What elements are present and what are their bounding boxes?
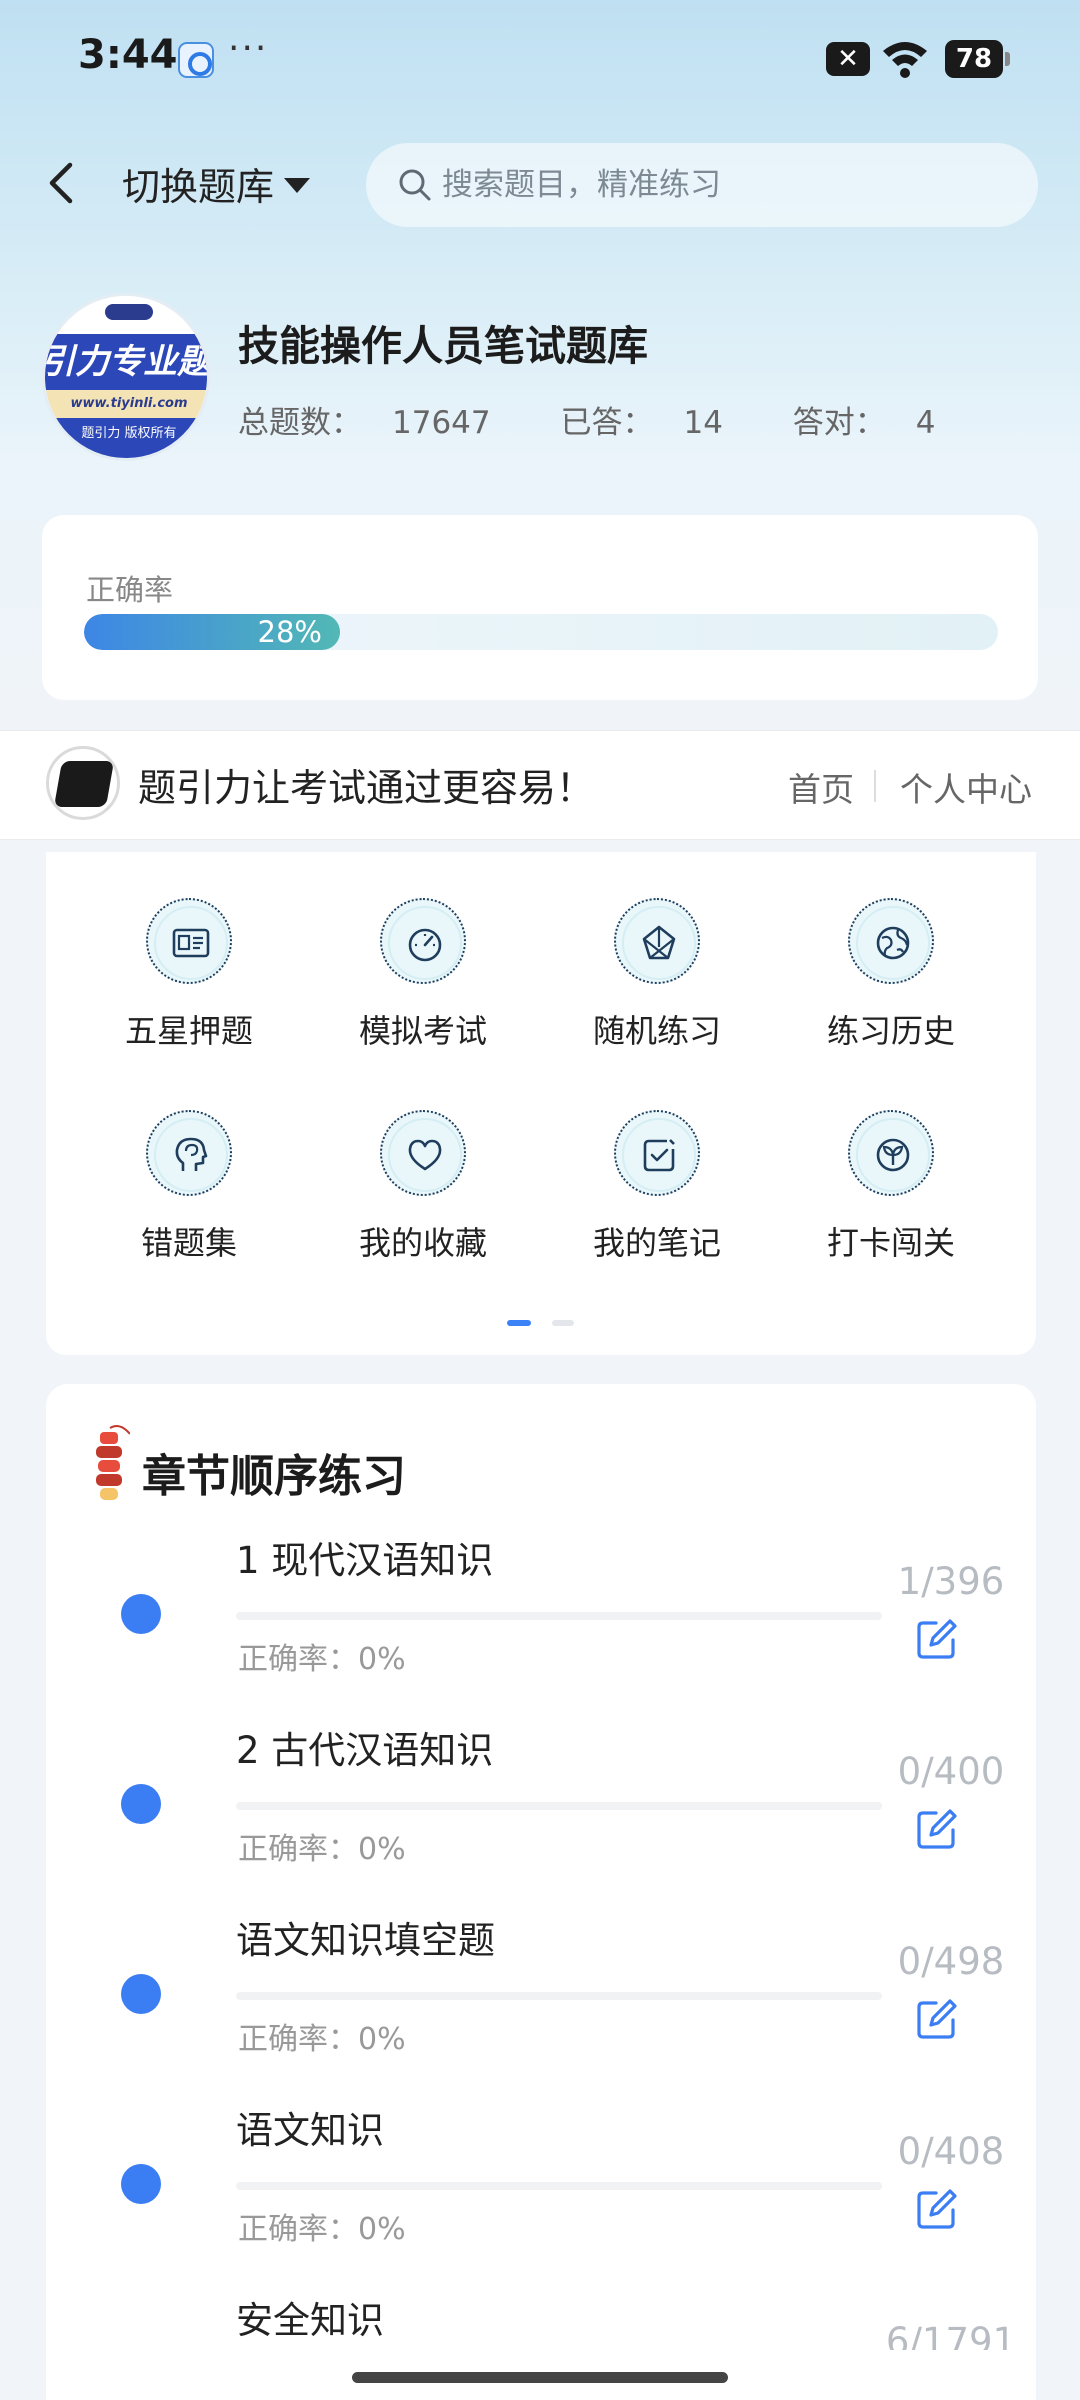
bank-logo-copyright: 题引力 版权所有	[45, 418, 207, 458]
heart-icon	[380, 1110, 466, 1196]
battery-indicator: 78	[945, 40, 1010, 78]
chapter-status-dot	[121, 1784, 161, 1824]
close-badge-icon: ✕	[826, 42, 870, 76]
menu-wrong-questions[interactable]: 错题集	[89, 1110, 289, 1264]
sprout-icon	[848, 1110, 934, 1196]
accuracy-percent: 28%	[257, 615, 322, 649]
menu-favorites[interactable]: 我的收藏	[323, 1110, 523, 1264]
menu-random-practice[interactable]: 随机练习	[557, 898, 757, 1052]
page-indicator-inactive[interactable]	[552, 1320, 574, 1326]
globe-icon	[848, 898, 934, 984]
edit-icon[interactable]	[914, 1806, 960, 1852]
menu-my-notes[interactable]: 我的笔记	[557, 1110, 757, 1264]
stat-total: 总题数： 17647	[238, 405, 491, 441]
chapter-status-dot	[121, 2164, 161, 2204]
bank-logo-url: www.tiyinli.com	[45, 390, 207, 418]
search-box[interactable]	[366, 143, 1038, 227]
edit-icon[interactable]	[914, 1996, 960, 2042]
chapter-item[interactable]: 1 现代汉语知识 正确率：0% 1/396	[46, 1530, 1036, 1720]
bank-title: 技能操作人员笔试题库	[238, 322, 648, 370]
menu-check-in[interactable]: 打卡闯关	[791, 1110, 991, 1264]
brain-head-icon	[146, 1110, 232, 1196]
firecracker-icon	[96, 1425, 130, 1500]
menu-five-star[interactable]: 五星押题	[89, 898, 289, 1052]
chapter-progress-bar	[236, 1612, 882, 1620]
feature-grid: 五星押题 模拟考试 随机练习 练习历史 错题集 我的收藏 我的笔记 打卡闯关	[46, 852, 1036, 1355]
home-link[interactable]: 首页	[788, 763, 854, 811]
chapter-progress-bar	[236, 2182, 882, 2190]
chapter-progress-bar	[236, 1802, 882, 1810]
app-notification-icon	[178, 42, 214, 78]
chapter-item[interactable]: 语文知识填空题 正确率：0% 0/498	[46, 1910, 1036, 2100]
accuracy-label: 正确率	[86, 573, 174, 607]
chapter-status-dot	[121, 1974, 161, 2014]
shuffle-icon	[614, 898, 700, 984]
bank-logo-text: 引力专业题	[45, 334, 207, 390]
page-indicator-active	[507, 1320, 531, 1326]
menu-mock-exam[interactable]: 模拟考试	[323, 898, 523, 1052]
banner-divider	[874, 770, 876, 802]
chapter-item[interactable]: 安全知识 6/1791	[46, 2290, 1036, 2350]
search-input[interactable]	[442, 167, 1002, 203]
caret-down-icon	[284, 178, 311, 193]
profile-link[interactable]: 个人中心	[900, 763, 1032, 811]
note-check-icon	[614, 1110, 700, 1196]
accuracy-card	[42, 515, 1038, 700]
accuracy-progress-bar: 28%	[84, 614, 998, 650]
id-card-icon	[146, 898, 232, 984]
bank-switch-dropdown[interactable]: 切换题库	[122, 156, 311, 211]
bank-stats: 总题数： 17647 已答： 14 答对： 4	[238, 397, 996, 442]
status-time: 3:44	[78, 32, 178, 78]
menu-practice-history[interactable]: 练习历史	[791, 898, 991, 1052]
gauge-icon	[380, 898, 466, 984]
chapter-status-dot	[121, 1594, 161, 1634]
bank-switch-label: 切换题库	[122, 165, 275, 209]
edit-icon[interactable]	[914, 1616, 960, 1662]
stat-correct: 答对： 4	[792, 405, 936, 441]
chapter-item[interactable]: 语文知识 正确率：0% 0/408	[46, 2100, 1036, 2290]
chapter-practice-title: 章节顺序练习	[142, 1451, 406, 1502]
banner-slogan: 题引力让考试通过更容易！	[138, 766, 595, 810]
stat-answered: 已答： 14	[560, 405, 723, 441]
brand-logo-icon	[46, 746, 120, 820]
chapter-progress-bar	[236, 1992, 882, 2000]
bank-logo: 引力专业题 www.tiyinli.com 题引力 版权所有	[42, 293, 210, 461]
wifi-icon	[883, 42, 927, 78]
edit-icon[interactable]	[914, 2186, 960, 2232]
chapter-item[interactable]: 2 古代汉语知识 正确率：0% 0/400	[46, 1720, 1036, 1910]
search-icon	[399, 169, 431, 201]
home-indicator[interactable]	[352, 2372, 728, 2383]
back-button[interactable]	[40, 155, 84, 211]
more-notifications-icon: ···	[228, 28, 269, 69]
